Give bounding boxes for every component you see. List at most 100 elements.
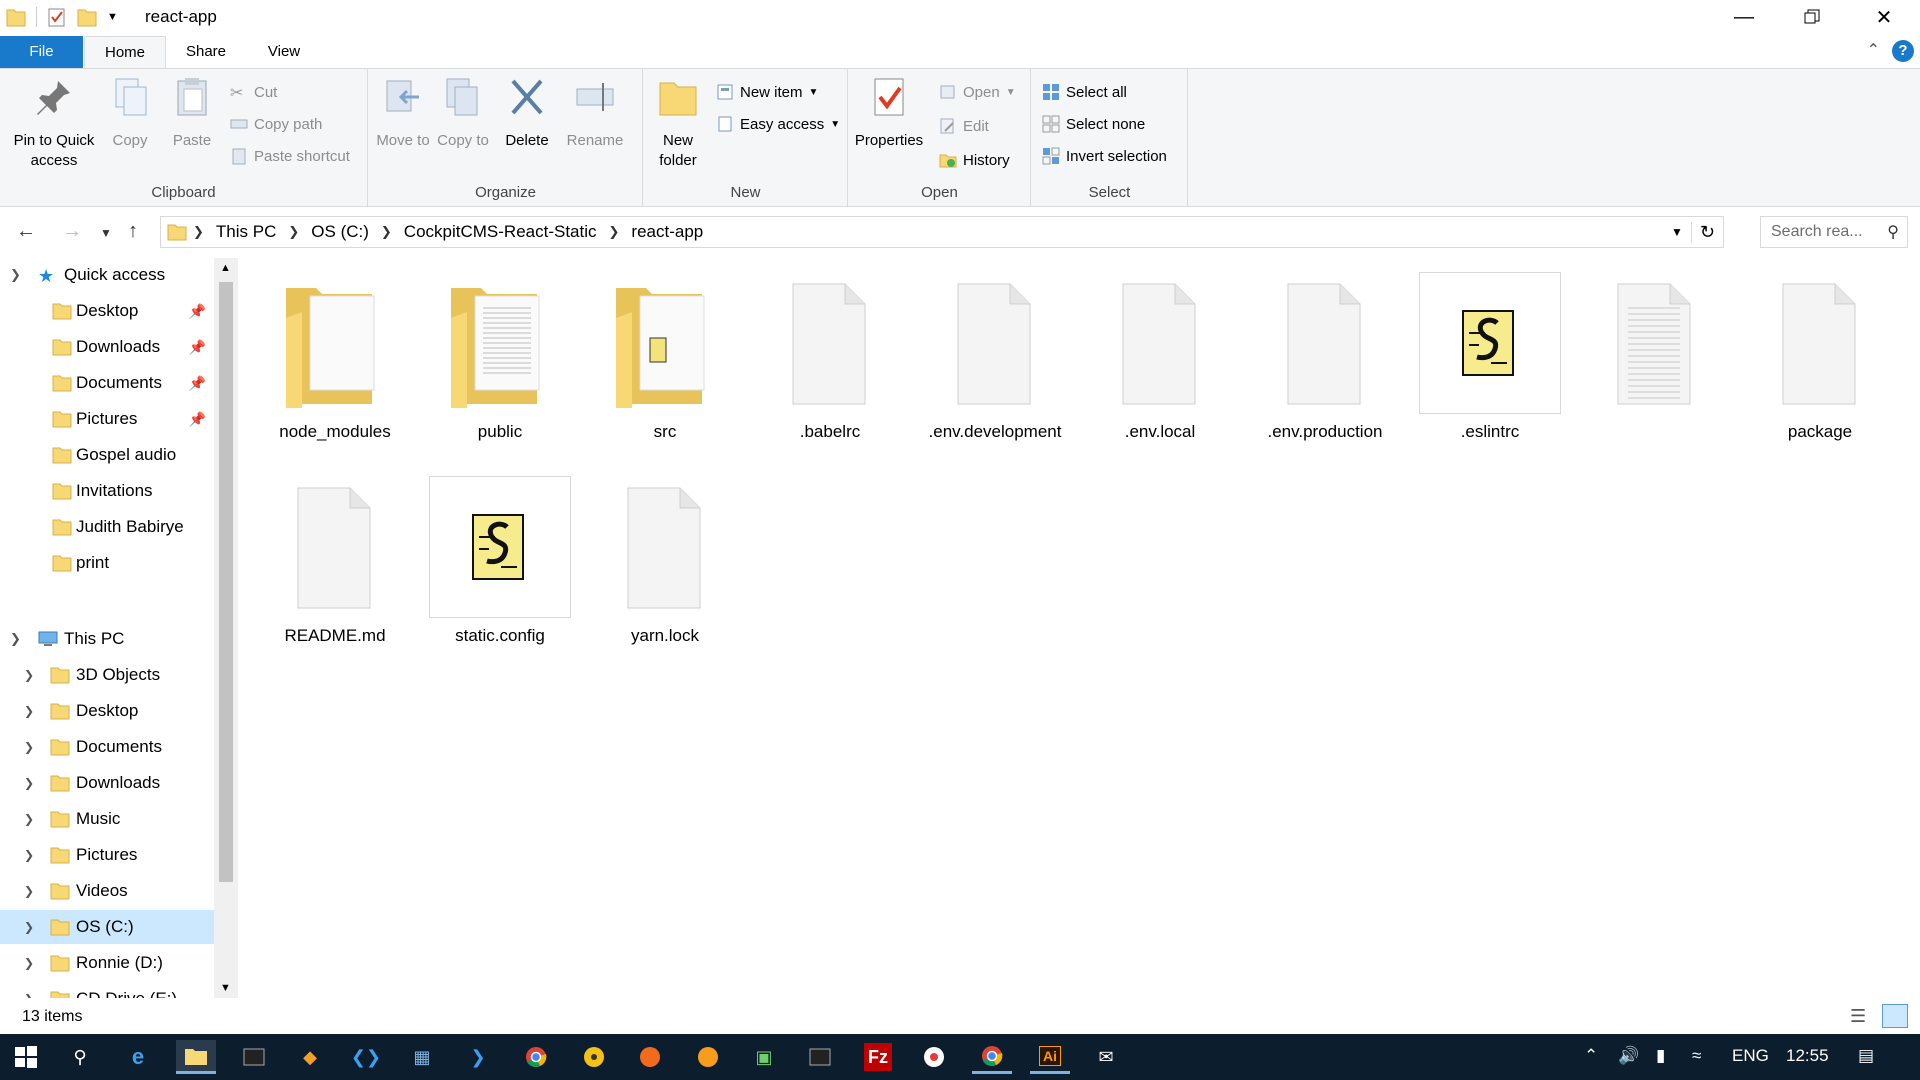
address-dropdown-icon[interactable]: ▼	[1671, 225, 1683, 239]
properties-icon[interactable]	[47, 6, 67, 28]
vscode-icon[interactable]: ❮❯	[346, 1040, 386, 1074]
volume-icon[interactable]: 🔊	[1618, 1046, 1639, 1066]
address-bar[interactable]: ❯ This PC ❯ OS (C:) ❯ CockpitCMS-React-S…	[160, 216, 1724, 248]
chrome-active-icon[interactable]	[972, 1040, 1012, 1074]
paste-button[interactable]: Paste	[166, 75, 218, 151]
file-item[interactable]: public	[427, 270, 573, 444]
pin-to-quick-access-button[interactable]: Pin to Quick access	[6, 75, 102, 171]
tab-view[interactable]: View	[248, 36, 320, 68]
restore-button[interactable]	[1780, 0, 1844, 34]
customize-qat-icon[interactable]: ▼	[107, 11, 118, 23]
nav-pc-item[interactable]: ❯ OS (C:)	[0, 910, 214, 944]
nav-quick-item[interactable]: Pictures 📌	[0, 402, 214, 436]
nav-quick-item[interactable]: Desktop 📌	[0, 294, 214, 328]
nav-pc-item[interactable]: ❯ Music	[0, 802, 214, 836]
file-explorer-icon[interactable]	[176, 1040, 216, 1074]
new-item-button[interactable]: New item ▼	[716, 79, 818, 105]
help-icon[interactable]: ?	[1892, 40, 1914, 62]
nav-pc-item[interactable]: ❯ Downloads	[0, 766, 214, 800]
history-button[interactable]: History	[939, 147, 1010, 173]
file-item[interactable]: static.config	[427, 474, 573, 648]
edge-icon[interactable]: e	[118, 1040, 158, 1074]
tab-share[interactable]: Share	[170, 36, 242, 68]
collapse-ribbon-icon[interactable]: ⌃	[1867, 40, 1880, 60]
breadcrumb-cockpitcms[interactable]: CockpitCMS-React-Static	[398, 222, 603, 242]
scroll-down-icon[interactable]: ▼	[220, 982, 231, 994]
large-icons-view-icon[interactable]	[1882, 1004, 1908, 1028]
nav-pc-item[interactable]: ❯ Videos	[0, 874, 214, 908]
nav-pc-item[interactable]: ❯ Desktop	[0, 694, 214, 728]
tab-file[interactable]: File	[0, 36, 83, 68]
refresh-icon[interactable]: ↻	[1690, 221, 1723, 243]
nav-pc-item[interactable]: ❯ 3D Objects	[0, 658, 214, 692]
easy-access-button[interactable]: Easy access ▼	[716, 111, 840, 137]
powershell-icon[interactable]: ❯	[458, 1040, 498, 1074]
invert-selection-button[interactable]: Invert selection	[1042, 143, 1167, 169]
battery-icon[interactable]: ▮	[1656, 1046, 1665, 1066]
nav-quick-item[interactable]: Invitations	[0, 474, 214, 508]
presentation-app-icon[interactable]	[688, 1040, 728, 1074]
close-button[interactable]: ✕	[1852, 0, 1916, 34]
rename-button[interactable]: Rename	[563, 75, 627, 151]
details-view-icon[interactable]: ☰	[1850, 1006, 1866, 1027]
console-icon[interactable]	[800, 1040, 840, 1074]
nav-pc-item[interactable]: ❯ CD Drive (E:)	[0, 982, 214, 998]
record-app-icon[interactable]	[914, 1040, 954, 1074]
file-item[interactable]	[1582, 270, 1728, 420]
breadcrumb-react-app[interactable]: react-app	[625, 222, 709, 242]
select-none-button[interactable]: Select none	[1042, 111, 1145, 137]
paste-shortcut-button[interactable]: Paste shortcut	[230, 143, 350, 169]
search-input[interactable]: Search rea... ⚲	[1760, 216, 1908, 248]
scroll-up-icon[interactable]: ▲	[220, 262, 231, 274]
sync-app-icon[interactable]: ▣	[744, 1040, 784, 1074]
nav-pc-item[interactable]: ❯ Ronnie (D:)	[0, 946, 214, 980]
breadcrumb-os-c[interactable]: OS (C:)	[305, 222, 375, 242]
network-app-icon[interactable]: ▦	[402, 1040, 442, 1074]
wifi-icon[interactable]: ≈	[1692, 1046, 1701, 1066]
file-item[interactable]: package	[1747, 270, 1893, 444]
language-indicator[interactable]: ENG	[1732, 1046, 1769, 1066]
nav-quick-item[interactable]: Judith Babirye	[0, 510, 214, 544]
search-icon[interactable]: ⚲	[60, 1040, 100, 1074]
file-item[interactable]: .babelrc	[757, 270, 903, 444]
properties-button[interactable]: Properties	[853, 75, 925, 151]
nav-quick-item[interactable]: Documents 📌	[0, 366, 214, 400]
media-app-icon[interactable]	[574, 1040, 614, 1074]
forward-icon[interactable]: →	[62, 220, 82, 243]
new-folder-icon[interactable]	[77, 6, 97, 28]
copy-path-button[interactable]: Copy path	[230, 111, 322, 137]
git-icon[interactable]: ◆	[290, 1040, 330, 1074]
edit-button[interactable]: Edit	[939, 113, 989, 139]
copy-to-button[interactable]: Copy to	[435, 75, 491, 151]
file-item[interactable]: .env.development	[922, 270, 1068, 444]
select-all-button[interactable]: Select all	[1042, 79, 1127, 105]
nav-scrollbar[interactable]: ▲ ▼	[214, 258, 238, 998]
nav-pc-item[interactable]: ❯ Documents	[0, 730, 214, 764]
breadcrumb-this-pc[interactable]: This PC	[210, 222, 282, 242]
move-to-button[interactable]: Move to	[375, 75, 431, 151]
show-hidden-icons-icon[interactable]: ⌃	[1584, 1046, 1598, 1066]
file-item[interactable]: README.md	[262, 474, 408, 648]
clock[interactable]: 12:55	[1786, 1046, 1829, 1066]
chrome-icon[interactable]	[516, 1040, 556, 1074]
new-folder-button[interactable]: New folder	[650, 75, 706, 171]
nav-pc-item[interactable]: ❯ Pictures	[0, 838, 214, 872]
file-item[interactable]: .env.production	[1252, 270, 1398, 444]
illustrator-icon[interactable]: Ai	[1030, 1040, 1070, 1074]
nav-this-pc[interactable]: ❯ This PC	[0, 622, 214, 656]
filezilla-icon[interactable]: Fz	[864, 1043, 892, 1071]
open-button[interactable]: Open ▼	[939, 79, 1016, 105]
recent-locations-icon[interactable]: ▼	[100, 226, 112, 240]
back-icon[interactable]: ←	[16, 220, 36, 243]
file-item[interactable]: node_modules	[262, 270, 408, 444]
file-item[interactable]: .env.local	[1087, 270, 1233, 444]
orange-app-icon[interactable]	[630, 1040, 670, 1074]
start-icon[interactable]	[6, 1040, 46, 1074]
copy-button[interactable]: Copy	[104, 75, 156, 151]
up-icon[interactable]: ↑	[128, 220, 138, 243]
file-item[interactable]: .eslintrc	[1417, 270, 1563, 444]
nav-quick-item[interactable]: print	[0, 546, 214, 580]
mail-icon[interactable]: ✉	[1086, 1040, 1126, 1074]
scroll-thumb[interactable]	[219, 282, 233, 882]
file-item[interactable]: src	[592, 270, 738, 444]
